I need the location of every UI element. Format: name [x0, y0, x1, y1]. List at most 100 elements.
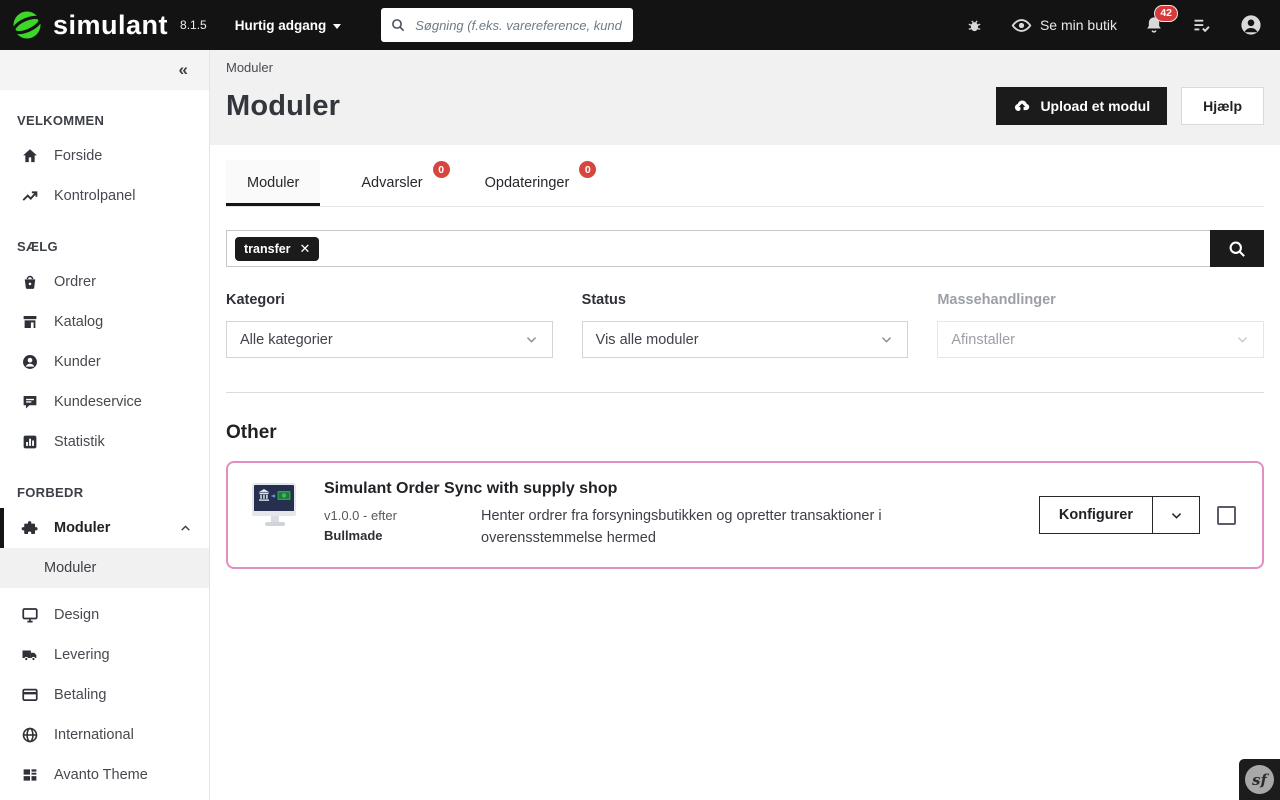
- configure-dropdown-toggle[interactable]: [1152, 497, 1199, 533]
- account-avatar-icon[interactable]: [1239, 13, 1263, 37]
- truck-icon: [21, 646, 39, 664]
- sidebar-item-katalog[interactable]: Katalog: [0, 302, 209, 342]
- module-select-checkbox[interactable]: [1217, 505, 1236, 525]
- category-label: Kategori: [226, 292, 285, 308]
- sidebar-item-avanto-theme[interactable]: Avanto Theme: [0, 755, 209, 795]
- module-search-field[interactable]: transfer ✕: [226, 230, 1210, 267]
- globe-icon: [21, 726, 39, 744]
- tab-moduler[interactable]: Moduler: [226, 160, 321, 206]
- page-title: Moduler: [226, 89, 341, 122]
- sidebar-item-ordrer[interactable]: Ordrer: [0, 262, 209, 302]
- sidebar-item-label: Moduler: [44, 560, 97, 576]
- sidebar-item-label: Kundeservice: [54, 394, 142, 410]
- bulk-actions-value: Afinstaller: [951, 331, 1015, 348]
- sidebar-section-saelg: SÆLG: [17, 239, 58, 254]
- module-category-heading: Other: [226, 422, 277, 443]
- sidebar-item-kunder[interactable]: Kunder: [0, 342, 209, 382]
- collapse-icon: «: [178, 60, 188, 79]
- category-select[interactable]: Alle kategorier: [226, 321, 553, 358]
- global-search-input[interactable]: [413, 16, 625, 34]
- moduler-submenu: Moduler: [0, 548, 209, 588]
- close-icon[interactable]: ✕: [300, 242, 311, 255]
- monitor-icon: [21, 606, 39, 624]
- sidebar-item-label: Kontrolpanel: [54, 188, 136, 204]
- sidebar-item-label: Kunder: [54, 354, 101, 370]
- module-description: Henter ordrer fra forsyningsbutikken og …: [481, 508, 882, 546]
- symfony-profiler-toggle[interactable]: sf: [1239, 759, 1280, 800]
- sidebar-item-betaling[interactable]: Betaling: [0, 675, 209, 715]
- module-title: Simulant Order Sync with supply shop: [324, 480, 618, 497]
- tasks-list-check-icon[interactable]: [1191, 15, 1212, 36]
- tab-badge: 0: [579, 161, 597, 178]
- status-value: Vis alle moduler: [595, 331, 699, 348]
- basket-icon: [21, 273, 39, 291]
- quick-access-label: Hurtig adgang: [234, 17, 327, 33]
- sidebar-item-moduler[interactable]: Moduler: [0, 508, 209, 548]
- puzzle-icon: [21, 519, 39, 537]
- chevron-up-icon: [179, 522, 192, 535]
- chat-icon: [21, 393, 39, 411]
- caret-down-icon: [333, 23, 342, 29]
- configure-button[interactable]: Konfigurer: [1040, 497, 1152, 533]
- view-shop-label: Se min butik: [1039, 17, 1117, 33]
- sidebar-item-statistik[interactable]: Statistik: [0, 422, 209, 462]
- cloud-upload-icon: [1013, 97, 1031, 115]
- module-author: Bullmade: [324, 528, 383, 544]
- sidebar-item-label: Design: [54, 607, 100, 623]
- tab-advarsler[interactable]: Advarsler 0: [340, 160, 450, 206]
- sidebar-item-international[interactable]: International: [0, 715, 209, 755]
- customer-icon: [21, 353, 39, 371]
- category-filter: Kategori Alle kategorier: [226, 292, 553, 358]
- view-shop-link[interactable]: Se min butik: [1011, 15, 1117, 36]
- sidebar-collapse-button[interactable]: «: [0, 50, 209, 90]
- module-search-button[interactable]: [1210, 230, 1264, 267]
- module-tabs: Moduler Advarsler 0 Opdateringer 0: [226, 160, 1264, 207]
- sidebar-item-kontrolpanel[interactable]: Kontrolpanel: [0, 176, 209, 216]
- chip-label: transfer: [244, 241, 291, 256]
- sidebar-item-label: Betaling: [54, 687, 107, 703]
- global-search[interactable]: [381, 8, 634, 42]
- notifications-bell[interactable]: 42: [1144, 5, 1178, 35]
- debug-bug-icon[interactable]: [965, 16, 984, 35]
- symfony-logo-icon: sf: [1245, 765, 1274, 794]
- brand-logo[interactable]: simulant: [0, 8, 180, 42]
- theme-icon: [21, 766, 39, 784]
- brand-name: simulant: [53, 9, 169, 40]
- module-logo: [252, 483, 298, 526]
- home-icon: [21, 147, 39, 165]
- page-header: Moduler Moduler Upload et modul Hjælp: [210, 50, 1280, 145]
- credit-card-icon: [21, 686, 39, 704]
- sidebar-item-design[interactable]: Design: [0, 595, 209, 635]
- bulk-actions-label: Massehandlinger: [937, 292, 1056, 308]
- sidebar-item-forside[interactable]: Forside: [0, 136, 209, 176]
- sidebar-item-label: Statistik: [54, 434, 105, 450]
- breadcrumb[interactable]: Moduler: [226, 60, 1264, 75]
- status-label: Status: [581, 292, 626, 308]
- quick-access-menu[interactable]: Hurtig adgang: [235, 18, 342, 33]
- sidebar-item-label: Moduler: [54, 520, 111, 536]
- search-filter-chip[interactable]: transfer ✕: [235, 236, 320, 261]
- upload-module-button[interactable]: Upload et modul: [996, 87, 1168, 125]
- sidebar-item-label: International: [54, 727, 134, 743]
- main-content: Moduler Moduler Upload et modul Hjælp Mo…: [210, 50, 1280, 800]
- sidebar-section-velkommen: VELKOMMEN: [17, 113, 105, 128]
- help-button[interactable]: Hjælp: [1181, 87, 1264, 125]
- divider: [226, 392, 1264, 393]
- upload-module-label: Upload et modul: [1040, 98, 1151, 114]
- sidebar-subitem-moduler[interactable]: Moduler: [0, 548, 209, 588]
- status-select[interactable]: Vis alle moduler: [581, 321, 909, 358]
- chevron-down-icon: [1235, 332, 1250, 347]
- bulk-actions-select[interactable]: Afinstaller: [937, 321, 1264, 358]
- sidebar-section-forbedr: FORBEDR: [17, 485, 84, 500]
- tab-opdateringer[interactable]: Opdateringer 0: [464, 160, 597, 206]
- bulk-actions-filter: Massehandlinger Afinstaller: [937, 292, 1264, 358]
- module-card: Simulant Order Sync with supply shop v1.…: [226, 461, 1264, 569]
- sidebar: « VELKOMMEN Forside Kontrolpanel SÆLG Or…: [0, 50, 210, 800]
- tab-label: Advarsler: [361, 175, 423, 191]
- module-meta: v1.0.0 - efter Bullmade: [324, 506, 481, 550]
- store-icon: [21, 313, 39, 331]
- chevron-down-icon: [879, 332, 894, 347]
- sidebar-item-levering[interactable]: Levering: [0, 635, 209, 675]
- tab-label: Moduler: [247, 175, 300, 191]
- sidebar-item-kundeservice[interactable]: Kundeservice: [0, 382, 209, 422]
